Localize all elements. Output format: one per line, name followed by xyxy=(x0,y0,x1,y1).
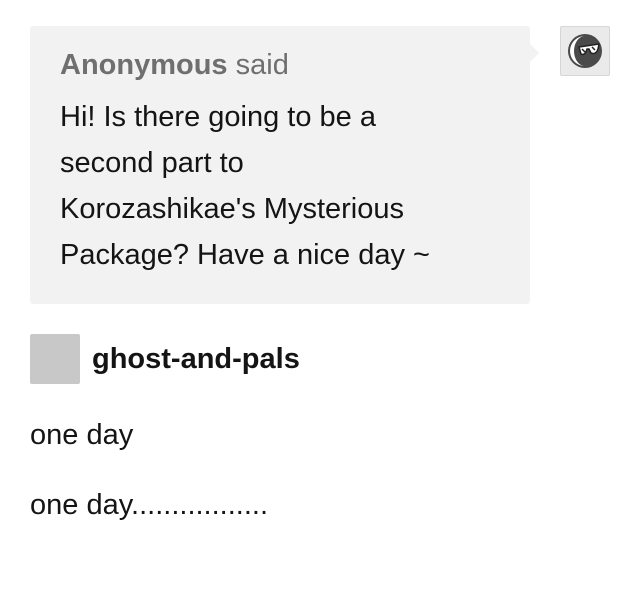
question-text: Hi! Is there going to be a second part t… xyxy=(60,94,500,278)
question-line: Hi! Is there going to be a xyxy=(60,101,376,133)
ask-bubble: Anonymous said Hi! Is there going to be … xyxy=(30,26,539,304)
asker-line: Anonymous said xyxy=(60,48,500,82)
asker-name[interactable]: Anonymous xyxy=(60,49,228,81)
responder-header: ghost-and-pals xyxy=(30,334,300,384)
anonymous-avatar xyxy=(560,26,610,76)
answer-paragraph: one day................. xyxy=(30,489,269,521)
question-line: Package? Have a nice day ~ xyxy=(60,239,430,271)
question-line: Korozashikae's Mysterious xyxy=(60,193,405,225)
question-line: second part to xyxy=(60,147,244,179)
asker-verb: said xyxy=(235,49,289,81)
responder-blog-name[interactable]: ghost-and-pals xyxy=(92,343,300,376)
anonymous-sunglasses-icon xyxy=(568,34,602,68)
responder-avatar[interactable] xyxy=(30,334,80,384)
answer-paragraph: one day xyxy=(30,419,134,451)
